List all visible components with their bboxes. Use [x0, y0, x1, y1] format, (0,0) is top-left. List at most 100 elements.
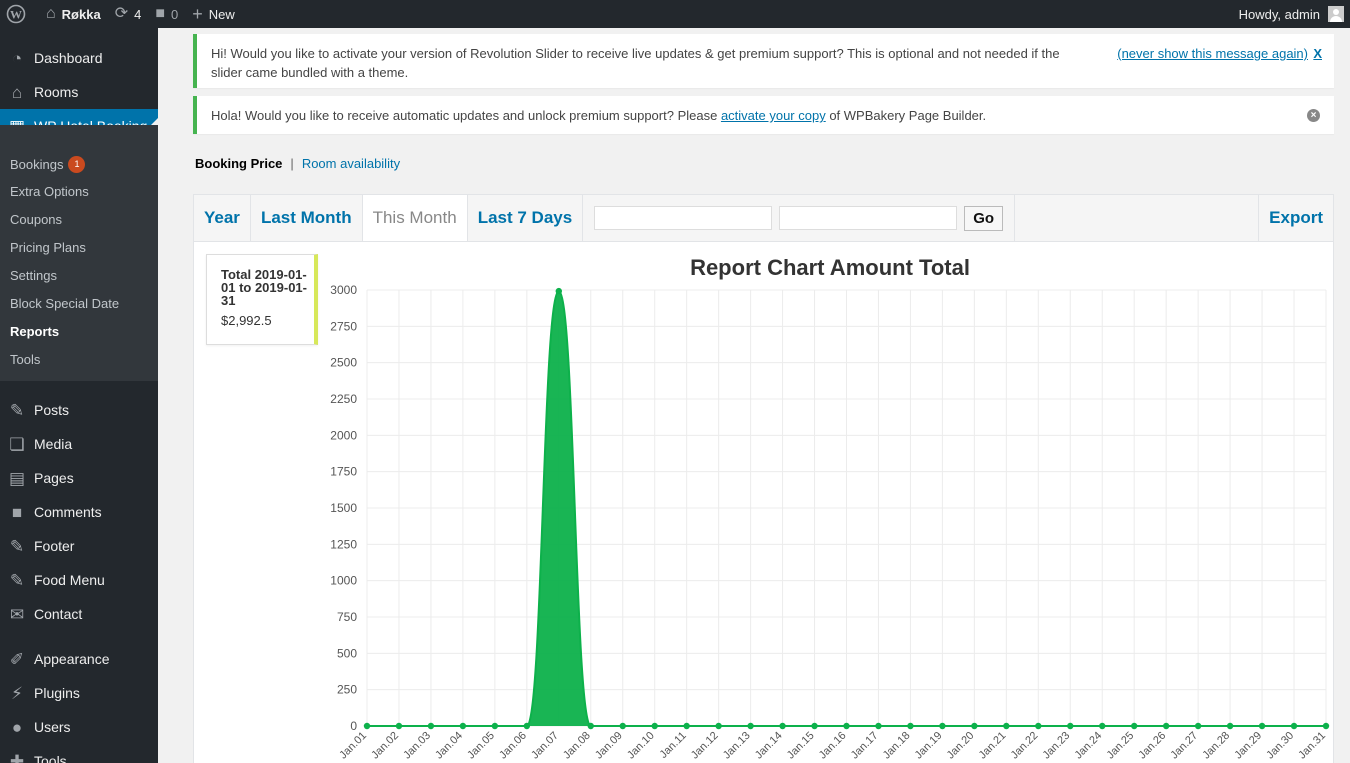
new-label: New: [208, 6, 235, 22]
x-tick-label: Jan.20: [945, 730, 977, 762]
data-point[interactable]: [651, 722, 658, 730]
updates-count: 4: [134, 6, 142, 22]
updates-link[interactable]: ⟳ 4: [108, 0, 149, 28]
data-point[interactable]: [779, 722, 786, 730]
x-tick-label: Jan.25: [1104, 730, 1136, 762]
totals-label: Total 2019-01-01 to 2019-01-31: [221, 267, 307, 308]
data-point[interactable]: [971, 722, 978, 730]
activate-copy-link[interactable]: activate your copy: [721, 108, 826, 123]
data-point[interactable]: [1226, 722, 1234, 730]
comments-count: 0: [171, 6, 179, 22]
tab-this-month[interactable]: This Month: [362, 195, 468, 241]
menu-appearance[interactable]: ✐ Appearance: [0, 642, 158, 676]
menu-food-menu[interactable]: ✎ Food Menu: [0, 563, 158, 597]
submenu-block-special-date[interactable]: Block Special Date: [10, 296, 119, 311]
revslider-notice: Hi! Would you like to activate your vers…: [193, 34, 1334, 88]
data-point[interactable]: [715, 722, 722, 730]
menu-tools[interactable]: ✚ Tools: [0, 744, 158, 763]
menu-users[interactable]: ● Users: [0, 710, 158, 744]
menu-label: Comments: [34, 504, 102, 520]
submenu-pricing-plans[interactable]: Pricing Plans: [10, 240, 86, 255]
data-point[interactable]: [1162, 722, 1170, 730]
x-tick-label: Jan.07: [529, 730, 561, 762]
menu-rooms[interactable]: ⌂ Rooms: [0, 75, 158, 109]
submenu-extra-options[interactable]: Extra Options: [10, 184, 89, 199]
data-point[interactable]: [1194, 722, 1202, 730]
y-tick-label: 1000: [330, 574, 357, 588]
data-point[interactable]: [619, 722, 626, 730]
data-point[interactable]: [683, 722, 690, 730]
menu-plugins[interactable]: ⚡ Plugins: [0, 676, 158, 710]
wordpress-icon: W: [6, 4, 26, 24]
data-point[interactable]: [1290, 722, 1298, 730]
data-point[interactable]: [395, 722, 403, 730]
go-button[interactable]: Go: [964, 205, 1004, 231]
y-tick-label: 2250: [330, 392, 357, 406]
data-point[interactable]: [363, 722, 371, 730]
range-tabs: Year Last Month This Month Last 7 Days G…: [193, 194, 1334, 242]
data-point[interactable]: [587, 722, 594, 730]
data-point[interactable]: [1258, 722, 1266, 730]
data-point[interactable]: [1099, 722, 1106, 730]
menu-media[interactable]: ❏ Media: [0, 427, 158, 461]
data-point[interactable]: [555, 287, 562, 295]
submenu-reports[interactable]: Reports: [10, 324, 59, 339]
data-point[interactable]: [907, 722, 914, 730]
data-point[interactable]: [523, 722, 531, 730]
submenu-settings[interactable]: Settings: [10, 268, 57, 283]
y-tick-label: 1500: [330, 501, 357, 515]
y-tick-label: 1250: [330, 537, 357, 551]
date-from-input[interactable]: [594, 206, 773, 230]
menu-label: Appearance: [34, 651, 110, 667]
site-name-link[interactable]: ⌂ Røkka: [39, 0, 108, 28]
data-point[interactable]: [1131, 722, 1138, 730]
tab-year[interactable]: Year: [194, 195, 251, 241]
data-point[interactable]: [427, 722, 435, 730]
x-tick-label: Jan.22: [1009, 730, 1041, 762]
menu-pages[interactable]: ▤ Pages: [0, 461, 158, 495]
notice-text-line1: Hi! Would you like to activate your vers…: [211, 46, 1060, 61]
report-room-availability[interactable]: Room availability: [302, 156, 400, 171]
menu-contact[interactable]: ✉ Contact: [0, 597, 158, 631]
submenu-bookings[interactable]: Bookings 1: [10, 156, 86, 173]
pin-icon: ✎: [9, 536, 25, 556]
data-point[interactable]: [875, 722, 882, 730]
x-tick-label: Jan.03: [401, 730, 433, 762]
wp-logo-button[interactable]: W: [0, 0, 33, 28]
menu-dashboard[interactable]: ◔ Dashboard: [0, 41, 158, 75]
my-account[interactable]: Howdy, admin: [1239, 6, 1350, 22]
data-point[interactable]: [1003, 722, 1010, 730]
pin-icon: ✎: [9, 570, 25, 590]
totals-value: $2,992.5: [221, 313, 272, 328]
report-chart: Report Chart Amount Total 0 250 500 750 1000…: [330, 255, 1330, 762]
export-button[interactable]: Export: [1258, 195, 1333, 241]
data-point[interactable]: [811, 722, 818, 730]
menu-posts[interactable]: ✎ Posts: [0, 393, 158, 427]
tab-last-month[interactable]: Last Month: [251, 195, 363, 241]
submenu-label: Block Special Date: [10, 296, 120, 311]
pin-icon: ✎: [9, 400, 25, 420]
new-content-link[interactable]: + New: [185, 0, 242, 28]
menu-footer[interactable]: ✎ Footer: [0, 529, 158, 563]
dismiss-x-link[interactable]: X: [1313, 44, 1322, 63]
submenu-coupons[interactable]: Coupons: [10, 212, 62, 227]
menu-comments[interactable]: ■ Comments: [0, 495, 158, 529]
data-point[interactable]: [459, 722, 467, 730]
comments-link[interactable]: ■ 0: [148, 0, 185, 28]
chart-grid: [366, 289, 1327, 727]
data-point[interactable]: [1322, 722, 1330, 730]
date-to-input[interactable]: [779, 206, 958, 230]
data-point[interactable]: [747, 722, 754, 730]
y-tick-label: 250: [337, 683, 357, 697]
submenu-tools[interactable]: Tools: [10, 352, 40, 367]
data-point[interactable]: [491, 722, 499, 730]
x-tick-label: Jan.31: [1296, 730, 1328, 762]
data-point[interactable]: [1067, 722, 1074, 730]
tab-last-7-days[interactable]: Last 7 Days: [468, 195, 584, 241]
report-booking-price[interactable]: Booking Price: [195, 156, 282, 171]
data-point[interactable]: [939, 722, 946, 730]
never-show-link[interactable]: (never show this message again): [1117, 44, 1308, 63]
data-point[interactable]: [1035, 722, 1042, 730]
data-point[interactable]: [843, 722, 850, 730]
close-icon[interactable]: ×: [1307, 109, 1320, 122]
